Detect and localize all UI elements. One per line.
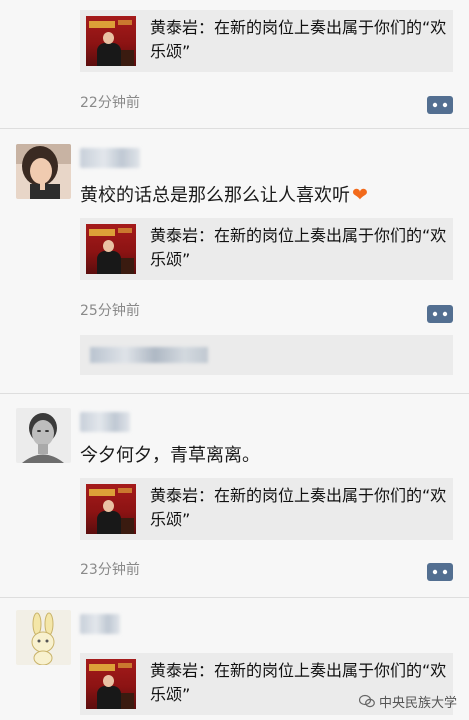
post-timestamp: 25分钟前 bbox=[80, 303, 140, 319]
comment-dots-icon bbox=[432, 569, 448, 575]
avatar[interactable] bbox=[16, 610, 71, 665]
comment-menu-button[interactable] bbox=[427, 563, 453, 581]
avatar[interactable] bbox=[16, 408, 71, 463]
comment-menu-button[interactable] bbox=[427, 96, 453, 114]
shared-article-card[interactable]: 黄泰岩：在新的岗位上奏出属于你们的“欢乐颂” bbox=[80, 218, 453, 280]
heart-emoji-icon: ❤ bbox=[352, 184, 368, 206]
post-timestamp: 23分钟前 bbox=[80, 562, 140, 578]
blurred-comment bbox=[90, 347, 208, 363]
comment-dots-icon bbox=[432, 311, 448, 317]
post-text: 黄校的话总是那么那么让人喜欢听 ❤ bbox=[80, 182, 368, 209]
username[interactable] bbox=[80, 614, 120, 634]
article-title: 黄泰岩：在新的岗位上奏出属于你们的“欢乐颂” bbox=[150, 226, 447, 269]
article-thumbnail bbox=[86, 16, 136, 66]
article-title: 黄泰岩：在新的岗位上奏出属于你们的“欢乐颂” bbox=[150, 486, 447, 529]
avatar[interactable] bbox=[16, 144, 71, 199]
post-text: 今夕何夕，青草离离。 bbox=[80, 445, 260, 466]
moment-post: 黄泰岩：在新的岗位上奏出属于你们的“欢乐颂” 22分钟前 bbox=[0, 0, 469, 128]
username[interactable] bbox=[80, 412, 130, 432]
moment-post: 黄校的话总是那么那么让人喜欢听 ❤ 黄泰岩：在新的岗位上奏出属于你们的“欢乐颂” … bbox=[0, 129, 469, 393]
shared-article-card[interactable]: 黄泰岩：在新的岗位上奏出属于你们的“欢乐颂” bbox=[80, 478, 453, 540]
username[interactable] bbox=[80, 148, 140, 168]
shared-article-card[interactable]: 黄泰岩：在新的岗位上奏出属于你们的“欢乐颂” bbox=[80, 10, 453, 72]
wechat-channel-icon bbox=[358, 694, 375, 712]
article-thumbnail bbox=[86, 224, 136, 274]
post-text-content: 黄校的话总是那么那么让人喜欢听 bbox=[80, 185, 350, 206]
article-thumbnail bbox=[86, 659, 136, 709]
moment-post: 今夕何夕，青草离离。 黄泰岩：在新的岗位上奏出属于你们的“欢乐颂” 23分钟前 bbox=[0, 394, 469, 597]
watermark: 中央民族大学 bbox=[358, 692, 457, 713]
comment-dots-icon bbox=[432, 102, 448, 108]
post-timestamp: 22分钟前 bbox=[80, 95, 140, 111]
article-title: 黄泰岩：在新的岗位上奏出属于你们的“欢乐颂” bbox=[150, 18, 447, 61]
comment-menu-button[interactable] bbox=[427, 305, 453, 323]
watermark-text: 中央民族大学 bbox=[378, 695, 457, 711]
article-thumbnail bbox=[86, 484, 136, 534]
comment-area bbox=[80, 335, 453, 375]
